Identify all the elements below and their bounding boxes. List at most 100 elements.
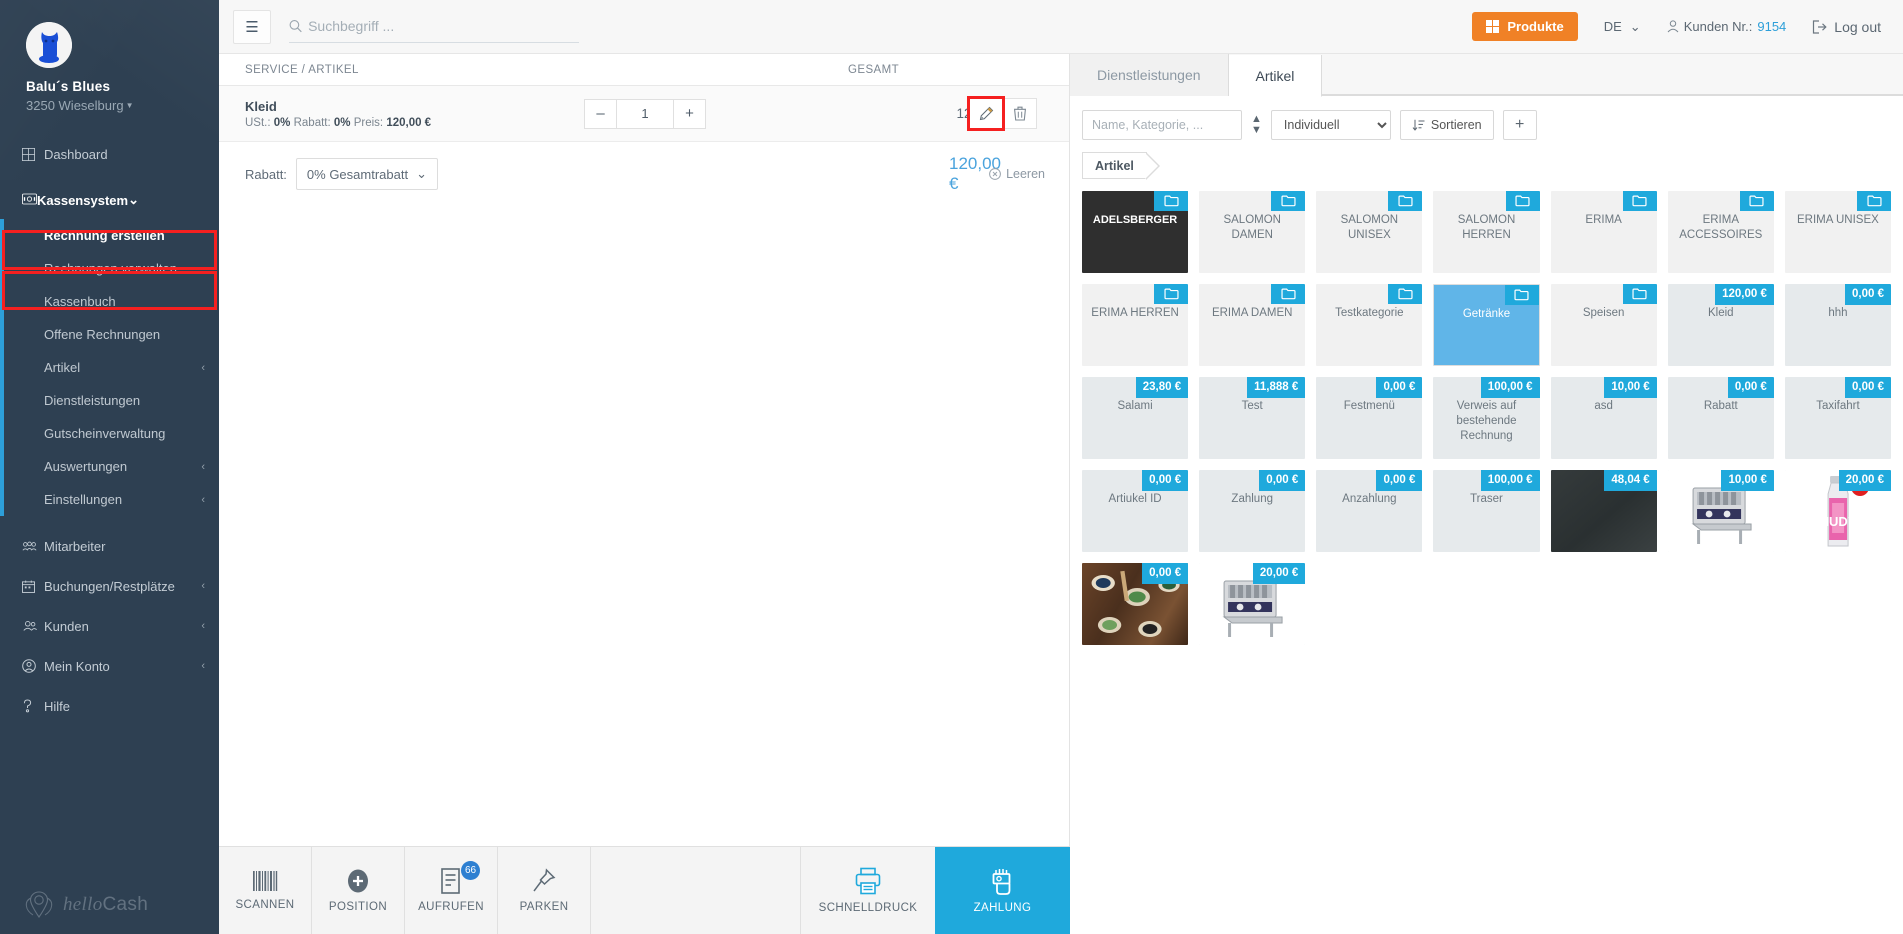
cart-item-meta: USt.: 0% Rabatt: 0% Preis: 120,00 €: [245, 117, 431, 129]
clear-cart-button[interactable]: Leeren: [989, 167, 1045, 181]
sidebar-item-artikel[interactable]: Artikel ‹: [4, 351, 219, 384]
brand-location[interactable]: 3250 Wieselburg ▼: [26, 97, 219, 117]
sidebar-item-kassenbuch[interactable]: Kassenbuch: [4, 285, 219, 318]
park-button[interactable]: PARKEN: [498, 847, 591, 934]
sidebar-item-offene-rechnungen-label: Offene Rechnungen: [44, 327, 161, 342]
add-product-button[interactable]: +: [1502, 110, 1537, 140]
sidebar-item-einstellungen[interactable]: Einstellungen ‹: [4, 483, 219, 516]
product-card[interactable]: 11,888 € Test: [1199, 377, 1306, 459]
payment-button[interactable]: ZAHLUNG: [935, 847, 1070, 934]
search-input[interactable]: [308, 18, 579, 34]
product-card[interactable]: Testkategorie: [1316, 284, 1423, 366]
global-search[interactable]: [289, 11, 579, 43]
product-card[interactable]: 0,00 € Anzahlung: [1316, 470, 1423, 552]
sidebar-item-rechnungen-verwalten[interactable]: Rechnungen verwalten: [4, 252, 219, 285]
sidebar-item-hilfe[interactable]: Hilfe: [0, 686, 219, 726]
delete-item-button[interactable]: [1003, 98, 1037, 129]
product-card[interactable]: 10,00 €: [1667, 470, 1774, 552]
folder-icon: [1632, 195, 1647, 207]
quantity-input[interactable]: 1: [617, 98, 673, 129]
position-button[interactable]: POSITION: [312, 847, 405, 934]
sidebar-item-offene-rechnungen[interactable]: Offene Rechnungen: [4, 318, 219, 351]
cash-register-icon: [22, 193, 37, 208]
discount-select-value: 0% Gesamtrabatt: [306, 166, 409, 182]
product-filter-input[interactable]: [1082, 110, 1242, 140]
sidebar-item-mitarbeiter-label: Mitarbeiter: [44, 538, 106, 554]
sidebar-item-buchungen[interactable]: Buchungen/Restplätze ‹: [0, 566, 219, 606]
product-card[interactable]: 0,00 € Taxifahrt: [1784, 377, 1891, 459]
tab-dienstleistungen[interactable]: Dienstleistungen: [1070, 54, 1229, 96]
sidebar-item-dashboard[interactable]: Dashboard: [0, 137, 219, 171]
produkte-button[interactable]: Produkte: [1471, 12, 1578, 41]
sort-button[interactable]: Sortieren: [1399, 110, 1494, 140]
product-card[interactable]: ERIMA ACCESSOIRES: [1667, 191, 1774, 273]
product-card[interactable]: 48,04 €: [1550, 470, 1657, 552]
product-card[interactable]: SALOMON UNISEX: [1316, 191, 1423, 273]
sort-toggle-icon[interactable]: ▲ ▼: [1251, 114, 1262, 136]
product-card[interactable]: 0,00 € hhh: [1784, 284, 1891, 366]
quickprint-button[interactable]: SCHNELLDRUCK: [800, 847, 935, 934]
sidebar-item-kunden[interactable]: Kunden ‹: [0, 606, 219, 646]
scan-button[interactable]: SCANNEN: [219, 847, 312, 934]
product-card[interactable]: ERIMA DAMEN: [1199, 284, 1306, 366]
product-card[interactable]: 100,00 € Verweis auf bestehende Rechnung: [1433, 377, 1540, 459]
logout-button[interactable]: Log out: [1812, 19, 1881, 35]
sidebar-item-mein-konto[interactable]: Mein Konto ‹: [0, 646, 219, 686]
clear-cart-label: Leeren: [1006, 167, 1045, 181]
folder-icon: [1398, 195, 1413, 207]
product-card[interactable]: 0,00 € Festmenü: [1316, 377, 1423, 459]
product-price-badge: 20,00 €: [1838, 470, 1891, 491]
table-row[interactable]: Kleid USt.: 0% Rabatt: 0% Preis: 120,00 …: [219, 86, 1069, 142]
product-card[interactable]: ADELSBERGER: [1082, 191, 1189, 273]
product-card[interactable]: Speisen: [1550, 284, 1657, 366]
product-card-label: Speisen: [1582, 307, 1625, 319]
edit-item-button[interactable]: [967, 96, 1005, 131]
sidebar-item-auswertungen[interactable]: Auswertungen ‹: [4, 450, 219, 483]
product-card[interactable]: Getränke: [1433, 284, 1540, 366]
language-selector[interactable]: DE ⌄: [1604, 19, 1641, 35]
brand-location-text: 3250 Wieselburg: [26, 98, 124, 113]
hamburger-icon[interactable]: ☰: [233, 9, 271, 44]
chevron-left-icon: ‹: [201, 620, 205, 632]
product-price-badge: 0,00 €: [1376, 377, 1423, 398]
breadcrumb-item-artikel[interactable]: Artikel: [1082, 152, 1160, 180]
product-card[interactable]: 0,00 €: [1082, 563, 1189, 645]
discount-select[interactable]: 0% Gesamtrabatt ⌄: [295, 158, 438, 190]
chevron-left-icon: ‹: [201, 493, 205, 506]
product-card[interactable]: 20,00 €: [1199, 563, 1306, 645]
sort-mode-select[interactable]: Individuell: [1270, 110, 1391, 140]
product-card-label: Artiukel ID: [1108, 493, 1162, 505]
sidebar-group-kassensystem[interactable]: Kassensystem ⌄: [0, 181, 219, 219]
product-card[interactable]: 0,00 € Artiukel ID: [1082, 470, 1189, 552]
sidebar-item-dienstleistungen[interactable]: Dienstleistungen: [4, 384, 219, 417]
product-price-badge: 23,80 €: [1135, 377, 1189, 398]
product-card[interactable]: SALOMON HERREN: [1433, 191, 1540, 273]
product-card[interactable]: 10,00 € asd: [1550, 377, 1657, 459]
product-card[interactable]: 100,00 € Traser: [1433, 470, 1540, 552]
product-card-label: Kleid: [1707, 307, 1734, 319]
product-card[interactable]: HUDY 20,00 €: [1784, 470, 1891, 552]
position-button-label: POSITION: [328, 901, 388, 913]
product-card[interactable]: 23,80 € Salami: [1082, 377, 1189, 459]
tab-artikel[interactable]: Artikel: [1228, 55, 1323, 97]
sidebar-nav: Dashboard Kassensystem ⌄ Rechnung erstel…: [0, 137, 219, 726]
product-card[interactable]: 0,00 € Rabatt: [1667, 377, 1774, 459]
sidebar-item-gutscheinverwaltung[interactable]: Gutscheinverwaltung: [4, 417, 219, 450]
park-button-label: PARKEN: [519, 901, 569, 913]
folder-icon: [1164, 195, 1179, 207]
recall-button[interactable]: 66 AUFRUFEN: [405, 847, 498, 934]
sidebar-item-kassenbuch-label: Kassenbuch: [44, 294, 116, 309]
cart-item-ust-label: USt.:: [245, 116, 271, 129]
product-card[interactable]: ERIMA UNISEX: [1784, 191, 1891, 273]
quantity-stepper[interactable]: – 1 +: [584, 98, 706, 129]
sidebar-item-rechnung-erstellen[interactable]: Rechnung erstellen: [4, 219, 219, 252]
product-card[interactable]: SALOMON DAMEN: [1199, 191, 1306, 273]
product-card[interactable]: ERIMA HERREN: [1082, 284, 1189, 366]
product-card-label: ADELSBERGER: [1092, 214, 1178, 226]
quantity-increase-button[interactable]: +: [673, 98, 706, 129]
product-card[interactable]: ERIMA: [1550, 191, 1657, 273]
sidebar-item-mitarbeiter[interactable]: Mitarbeiter: [0, 526, 219, 566]
quantity-decrease-button[interactable]: –: [584, 98, 617, 129]
product-card[interactable]: 0,00 € Zahlung: [1199, 470, 1306, 552]
product-card[interactable]: 120,00 € Kleid: [1667, 284, 1774, 366]
